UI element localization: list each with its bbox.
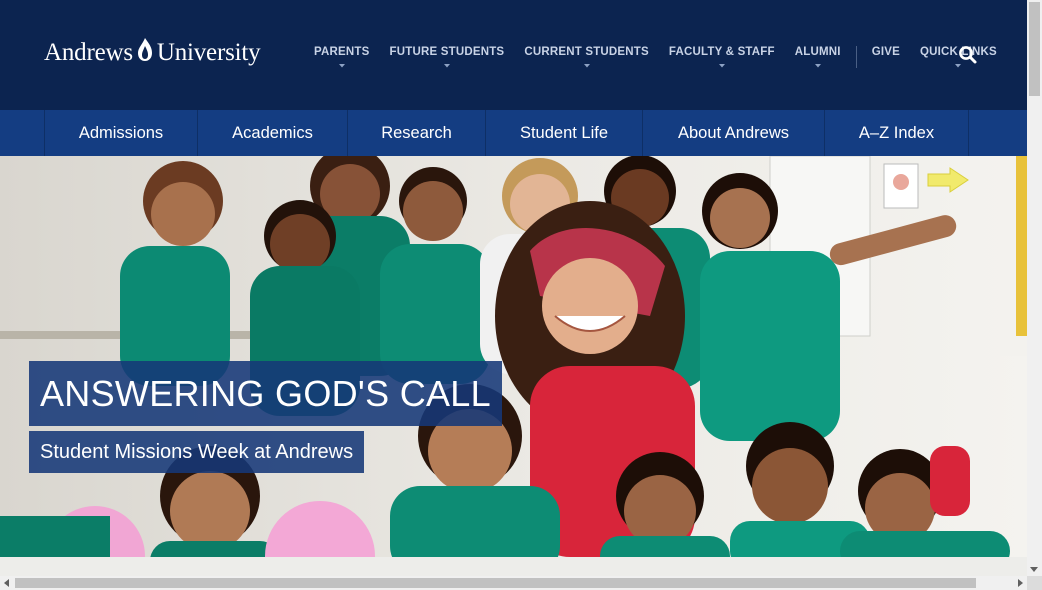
utility-item-alumni[interactable]: ALUMNI [785,46,851,76]
hero-title[interactable]: ANSWERING GOD'S CALL [29,361,502,426]
utility-item-label: PARENTS [314,46,370,58]
hero-photo [0,156,1027,557]
utility-item-parents[interactable]: PARENTS [304,46,380,76]
utility-item-give[interactable]: GIVE [862,46,910,76]
nav-item-student-life[interactable]: Student Life [486,110,643,156]
utility-item-label: FUTURE STUDENTS [389,46,505,58]
utility-item-current-students[interactable]: CURRENT STUDENTS [514,46,659,76]
chevron-down-icon [583,64,590,68]
chevron-down-icon [443,64,450,68]
scrollbar-corner [1027,576,1042,590]
site-header: Andrews University PARENTS FUTURE STUDEN… [0,0,1027,110]
nav-item-label: About Andrews [678,123,789,142]
nav-item-academics[interactable]: Academics [198,110,348,156]
nav-item-label: Academics [232,123,313,142]
page-content-strip [0,557,1027,576]
utility-divider [855,46,857,68]
utility-item-label: CURRENT STUDENTS [524,46,649,58]
site-logo[interactable]: Andrews University [44,36,261,70]
chevron-down-icon [718,64,725,68]
search-icon[interactable] [957,44,979,66]
scroll-down-arrow-icon[interactable] [1030,567,1038,572]
chevron-down-icon [338,64,345,68]
logo-text-university: University [156,39,261,66]
flame-icon [137,38,152,61]
nav-item-label: Research [381,123,452,142]
nav-item-admissions[interactable]: Admissions [45,110,198,156]
nav-item-label: Admissions [78,123,164,142]
hero-banner[interactable]: ANSWERING GOD'S CALL Student Missions We… [0,156,1027,557]
chevron-down-icon [814,64,821,68]
hero-subtitle[interactable]: Student Missions Week at Andrews [29,431,365,473]
utility-nav: PARENTS FUTURE STUDENTS CURRENT STUDENTS… [304,46,1007,76]
vertical-scroll-thumb[interactable] [1029,2,1040,96]
main-nav: Admissions Academics Research Student Li… [0,110,1027,156]
utility-item-label: ALUMNI [794,46,841,58]
utility-item-label: GIVE [871,46,900,58]
nav-item-a-z-index[interactable]: A–Z Index [825,110,969,156]
logo-text-andrews: Andrews [44,39,133,66]
nav-item-about-andrews[interactable]: About Andrews [643,110,825,156]
nav-item-label: Student Life [519,123,609,142]
utility-item-label: FACULTY & STAFF [668,46,775,58]
scroll-right-arrow-icon[interactable] [1018,579,1023,587]
nav-item-research[interactable]: Research [348,110,486,156]
nav-item-label: A–Z Index [858,123,935,142]
scroll-left-arrow-icon[interactable] [4,579,9,587]
main-nav-list: Admissions Academics Research Student Li… [44,110,969,156]
utility-item-faculty-staff[interactable]: FACULTY & STAFF [659,46,785,76]
horizontal-scroll-thumb[interactable] [15,578,976,588]
utility-item-future-students[interactable]: FUTURE STUDENTS [380,46,515,76]
